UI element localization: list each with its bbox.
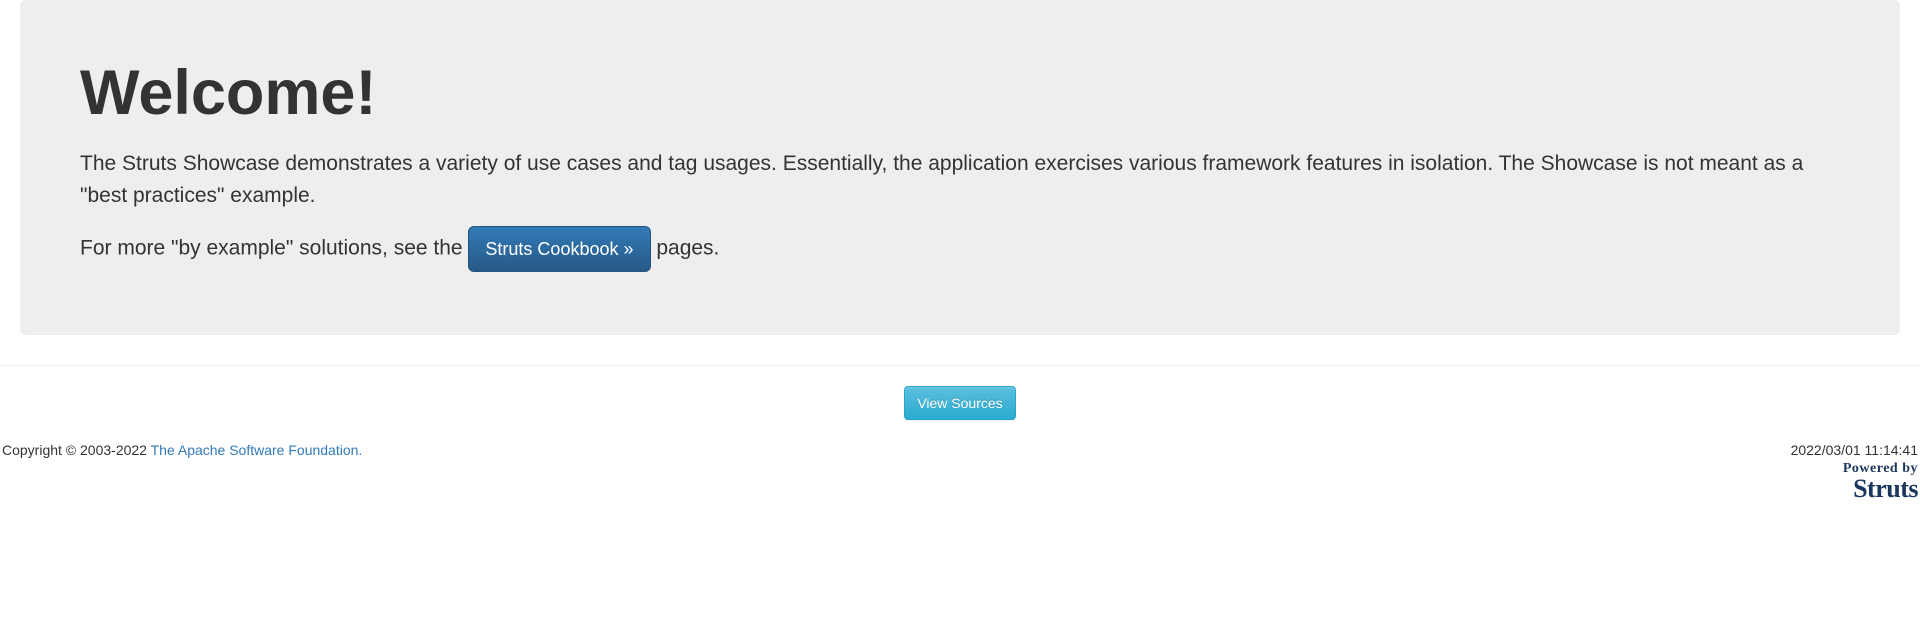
- view-sources-button[interactable]: View Sources: [904, 386, 1015, 420]
- apache-foundation-link[interactable]: The Apache Software Foundation.: [151, 442, 363, 458]
- struts-cookbook-button[interactable]: Struts Cookbook »: [468, 226, 650, 272]
- view-sources-wrapper: View Sources: [0, 386, 1920, 420]
- more-text-after: pages.: [656, 237, 719, 260]
- footer-timestamp: 2022/03/01 11:14:41: [1791, 440, 1918, 460]
- cookbook-paragraph: For more "by example" solutions, see the…: [80, 226, 1840, 272]
- more-text-before: For more "by example" solutions, see the: [80, 237, 468, 260]
- page-title: Welcome!: [80, 48, 1840, 138]
- footer-left: Copyright © 2003-2022 The Apache Softwar…: [2, 440, 362, 460]
- footer: Copyright © 2003-2022 The Apache Softwar…: [0, 440, 1920, 512]
- welcome-jumbotron: Welcome! The Struts Showcase demonstrate…: [20, 0, 1900, 335]
- logo-struts: Struts: [1791, 476, 1918, 502]
- divider: [0, 365, 1920, 366]
- copyright-text: Copyright © 2003-2022: [2, 442, 151, 458]
- struts-logo: Powered by Struts: [1791, 462, 1918, 502]
- page-description: The Struts Showcase demonstrates a varie…: [80, 148, 1840, 211]
- footer-right: 2022/03/01 11:14:41 Powered by Struts: [1791, 440, 1918, 502]
